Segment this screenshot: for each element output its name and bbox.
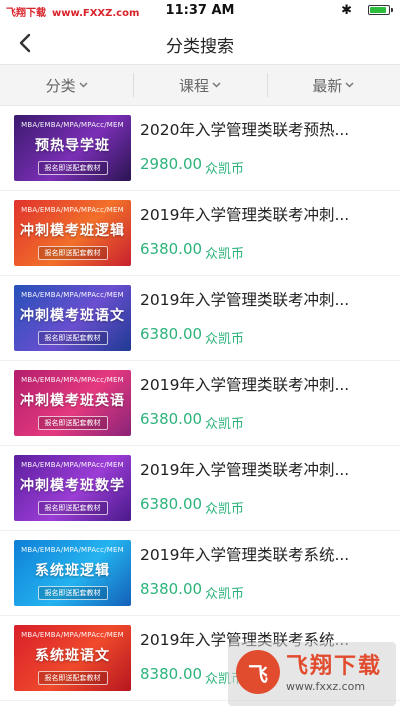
course-item[interactable]: MBA/EMBA/MPA/MPAcc/MEM 冲刺模考班数学 报名即送配套教材 …	[0, 446, 400, 531]
battery-icon	[368, 5, 393, 15]
course-price: 6380.00	[140, 495, 203, 513]
thumbnail-note: 报名即送配套教材	[37, 586, 108, 600]
filter-course[interactable]: 课程	[133, 65, 266, 105]
course-thumbnail: MBA/EMBA/MPA/MPAcc/MEM 预热导学班 报名即送配套教材	[14, 115, 131, 181]
course-title: 2019年入学管理类联考冲刺...	[140, 291, 350, 309]
course-thumbnail: MBA/EMBA/MPA/MPAcc/MEM 系统班语文 报名即送配套教材	[14, 625, 131, 691]
course-item[interactable]: MBA/EMBA/MPA/MPAcc/MEM 冲刺模考班逻辑 报名即送配套教材 …	[0, 191, 400, 276]
currency-label: 众凯币	[205, 332, 245, 347]
thumbnail-title: 冲刺模考班语文	[20, 308, 125, 324]
course-price: 6380.00	[140, 240, 203, 258]
course-price: 2980.00	[140, 155, 203, 173]
watermark: 飞 飞翔下载 www.fxxz.com	[228, 642, 396, 706]
thumbnail-programs: MBA/EMBA/MPA/MPAcc/MEM	[21, 546, 124, 554]
thumbnail-programs: MBA/EMBA/MPA/MPAcc/MEM	[21, 631, 124, 639]
watermark-logo-icon: 飞	[236, 650, 280, 694]
course-price: 6380.00	[140, 325, 203, 343]
course-thumbnail: MBA/EMBA/MPA/MPAcc/MEM 系统班逻辑 报名即送配套教材	[14, 540, 131, 606]
thumbnail-note: 报名即送配套教材	[37, 246, 108, 260]
bluetooth-icon: ✱	[341, 3, 352, 18]
filter-sort-label: 最新	[312, 76, 343, 95]
currency-label: 众凯币	[205, 162, 245, 177]
nav-bar: 分类搜索	[0, 22, 400, 64]
thumbnail-programs: MBA/EMBA/MPA/MPAcc/MEM	[21, 206, 124, 214]
filter-bar: 分类 课程 最新	[0, 64, 400, 106]
course-item[interactable]: MBA/EMBA/MPA/MPAcc/MEM 系统班逻辑 报名即送配套教材 20…	[0, 531, 400, 616]
currency-label: 众凯币	[205, 502, 245, 517]
course-price: 8380.00	[140, 665, 203, 683]
thumbnail-title: 系统班语文	[35, 648, 110, 664]
watermark-url: www.fxxz.com	[286, 680, 366, 693]
course-list: MBA/EMBA/MPA/MPAcc/MEM 预热导学班 报名即送配套教材 20…	[0, 106, 400, 701]
chevron-down-icon	[212, 82, 221, 88]
course-title: 2019年入学管理类联考冲刺...	[140, 206, 350, 224]
course-item[interactable]: MBA/EMBA/MPA/MPAcc/MEM 预热导学班 报名即送配套教材 20…	[0, 106, 400, 191]
watermark-text: 飞翔下载	[286, 654, 383, 679]
course-thumbnail: MBA/EMBA/MPA/MPAcc/MEM 冲刺模考班逻辑 报名即送配套教材	[14, 200, 131, 266]
status-bar: 飞翔下载 www.FXXZ.com 11:37 AM ✱	[0, 0, 400, 22]
currency-label: 众凯币	[205, 247, 245, 262]
thumbnail-title: 预热导学班	[35, 138, 110, 154]
course-thumbnail: MBA/EMBA/MPA/MPAcc/MEM 冲刺模考班数学 报名即送配套教材	[14, 455, 131, 521]
currency-label: 众凯币	[205, 587, 245, 602]
thumbnail-title: 冲刺模考班逻辑	[20, 223, 125, 239]
chevron-down-icon	[79, 82, 88, 88]
filter-sort[interactable]: 最新	[266, 65, 400, 105]
course-price: 8380.00	[140, 580, 203, 598]
course-item[interactable]: MBA/EMBA/MPA/MPAcc/MEM 冲刺模考班语文 报名即送配套教材 …	[0, 276, 400, 361]
status-time: 11:37 AM	[165, 3, 235, 18]
course-title: 2019年入学管理类联考系统...	[140, 546, 350, 564]
filter-category-label: 分类	[45, 76, 76, 95]
thumbnail-note: 报名即送配套教材	[37, 501, 108, 515]
thumbnail-note: 报名即送配套教材	[37, 416, 108, 430]
course-title: 2019年入学管理类联考冲刺...	[140, 376, 350, 394]
thumbnail-note: 报名即送配套教材	[37, 671, 108, 685]
filter-category[interactable]: 分类	[0, 65, 133, 105]
course-title: 2019年入学管理类联考冲刺...	[140, 461, 350, 479]
course-thumbnail: MBA/EMBA/MPA/MPAcc/MEM 冲刺模考班语文 报名即送配套教材	[14, 285, 131, 351]
thumbnail-programs: MBA/EMBA/MPA/MPAcc/MEM	[21, 121, 124, 129]
thumbnail-title: 冲刺模考班英语	[20, 393, 125, 409]
thumbnail-programs: MBA/EMBA/MPA/MPAcc/MEM	[21, 461, 124, 469]
filter-course-label: 课程	[178, 76, 209, 95]
currency-label: 众凯币	[205, 417, 245, 432]
chevron-down-icon	[345, 82, 354, 88]
thumbnail-note: 报名即送配套教材	[37, 331, 108, 345]
page-title: 分类搜索	[166, 37, 234, 57]
course-item[interactable]: MBA/EMBA/MPA/MPAcc/MEM 冲刺模考班英语 报名即送配套教材 …	[0, 361, 400, 446]
thumbnail-title: 系统班逻辑	[35, 563, 110, 579]
thumbnail-title: 冲刺模考班数学	[20, 478, 125, 494]
course-thumbnail: MBA/EMBA/MPA/MPAcc/MEM 冲刺模考班英语 报名即送配套教材	[14, 370, 131, 436]
battery-fill	[370, 7, 387, 13]
thumbnail-programs: MBA/EMBA/MPA/MPAcc/MEM	[21, 376, 124, 384]
thumbnail-programs: MBA/EMBA/MPA/MPAcc/MEM	[21, 291, 124, 299]
course-title: 2020年入学管理类联考预热...	[140, 121, 350, 139]
thumbnail-note: 报名即送配套教材	[37, 161, 108, 175]
course-price: 6380.00	[140, 410, 203, 428]
